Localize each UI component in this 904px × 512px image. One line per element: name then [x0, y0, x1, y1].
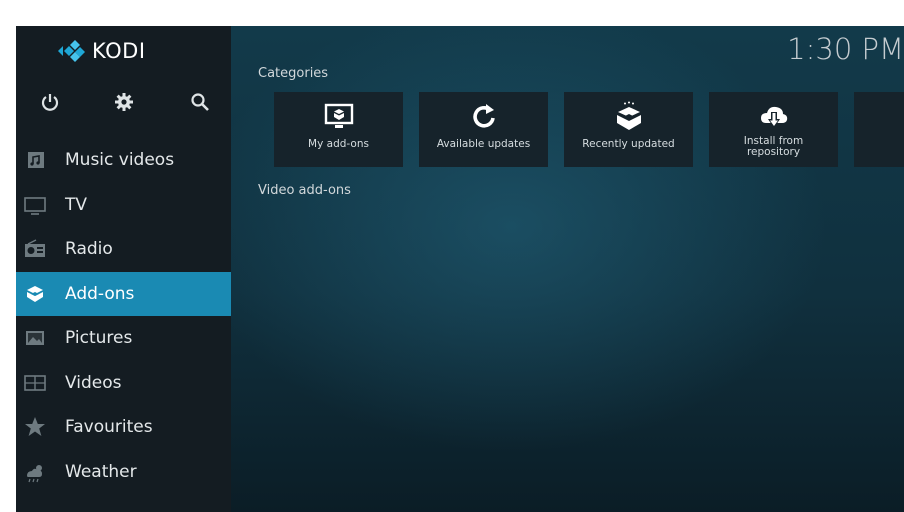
menu-item-favourites[interactable]: Favourites — [16, 405, 231, 450]
addons-box-icon — [27, 285, 43, 302]
tile-install-from-repository[interactable]: Install from repository — [709, 92, 838, 167]
menu-item-label: Pictures — [65, 328, 133, 349]
menu-item-tv[interactable]: TV — [16, 183, 231, 228]
categories-title: Categories — [258, 66, 329, 81]
cloud-download-icon — [760, 106, 787, 128]
main-content: 1:30 PM Categories My add-ons Available … — [231, 26, 904, 512]
refresh-icon — [472, 104, 495, 128]
menu-item-label: Music videos — [65, 150, 175, 171]
menu-item-label: Videos — [65, 372, 122, 393]
search-icon[interactable] — [190, 92, 210, 112]
settings-icon[interactable] — [114, 92, 134, 112]
star-icon — [25, 417, 45, 436]
weather-icon — [27, 464, 42, 482]
kodi-window: KODI Music videos TV Radio Add-ons Pictu… — [16, 26, 904, 512]
tile-label: My add-ons — [308, 138, 369, 150]
menu-item-label: TV — [65, 194, 88, 215]
app-title: KODI — [92, 39, 146, 63]
tile-recently-updated[interactable]: Recently updated — [564, 92, 693, 167]
menu-item-music-videos[interactable]: Music videos — [16, 138, 231, 183]
tile-partial-next[interactable] — [854, 92, 904, 167]
main-menu: Music videos TV Radio Add-ons Pictures V… — [16, 138, 231, 494]
tile-label: Install from repository — [743, 135, 804, 158]
video-addons-title: Video add-ons — [258, 183, 351, 198]
menu-item-videos[interactable]: Videos — [16, 361, 231, 406]
tile-label: Recently updated — [582, 138, 675, 150]
tile-my-addons[interactable]: My add-ons — [274, 92, 403, 167]
power-icon[interactable] — [40, 92, 60, 112]
radio-icon — [25, 239, 45, 257]
menu-item-label: Weather — [65, 461, 137, 482]
menu-item-weather[interactable]: Weather — [16, 450, 231, 495]
sidebar: KODI Music videos TV Radio Add-ons Pictu… — [16, 26, 231, 512]
menu-item-label: Favourites — [65, 417, 153, 438]
menu-item-addons[interactable]: Add-ons — [16, 271, 231, 316]
clock: 1:30 PM — [787, 32, 904, 66]
menu-item-pictures[interactable]: Pictures — [16, 316, 231, 361]
menu-item-label: Add-ons — [65, 283, 135, 304]
kodi-logo-icon — [58, 40, 85, 62]
tile-label: Available updates — [436, 138, 531, 150]
monitor-box-icon — [324, 103, 353, 128]
music-video-icon — [26, 152, 44, 168]
tv-icon — [24, 196, 46, 215]
pictures-icon — [26, 331, 44, 345]
menu-item-radio[interactable]: Radio — [16, 227, 231, 272]
kodi-logo[interactable]: KODI — [58, 38, 146, 64]
tile-available-updates[interactable]: Available updates — [419, 92, 548, 167]
menu-item-label: Radio — [65, 239, 113, 260]
videos-icon — [24, 374, 46, 391]
open-box-icon — [616, 101, 641, 130]
